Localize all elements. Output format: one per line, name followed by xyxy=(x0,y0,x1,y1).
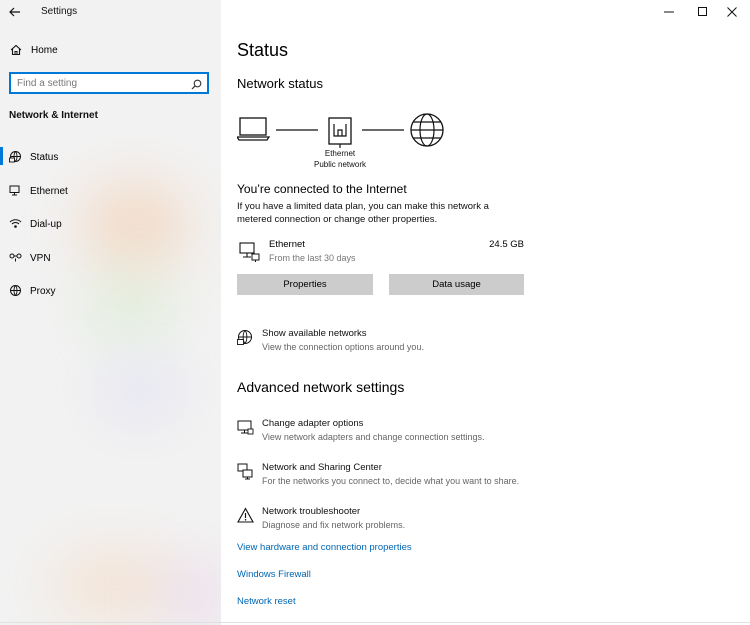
sidebar-item-status[interactable]: Status xyxy=(0,147,221,182)
diagram-network-type: Public network xyxy=(313,160,367,169)
home-icon xyxy=(9,43,23,62)
adapter-options-desc: View network adapters and change connect… xyxy=(262,432,485,442)
network-sharing-center[interactable]: Network and Sharing Center For the netwo… xyxy=(237,462,557,490)
status-icon xyxy=(9,150,22,168)
adapter-options-title: Change adapter options xyxy=(262,418,364,429)
sidebar-nav: Status Ethernet Dial-up VPN Proxy xyxy=(0,147,221,316)
globe-icon xyxy=(410,113,444,147)
proxy-icon xyxy=(9,284,22,302)
search-input[interactable] xyxy=(17,76,187,90)
section-title: Network & Internet xyxy=(9,110,98,121)
show-networks-desc: View the connection options around you. xyxy=(262,342,424,352)
network-status-title: Network status xyxy=(237,76,323,91)
app-title: Settings xyxy=(41,6,78,17)
troubleshooter-title: Network troubleshooter xyxy=(262,506,361,517)
vpn-icon xyxy=(9,251,22,269)
sidebar-item-home[interactable]: Home xyxy=(9,43,209,59)
main-content: Status Network status Ethernet Public ne… xyxy=(237,0,737,625)
sidebar-item-label: Dial-up xyxy=(30,219,62,230)
ethernet-icon xyxy=(9,184,22,202)
sidebar-item-label: Status xyxy=(30,152,59,163)
show-networks-item[interactable]: Show available networks View the connect… xyxy=(237,328,557,356)
back-button[interactable] xyxy=(6,3,24,21)
diagram-connection-name: Ethernet xyxy=(324,149,356,158)
sidebar-item-proxy[interactable]: Proxy xyxy=(0,282,221,316)
connection-status-desc: If you have a limited data plan, you can… xyxy=(237,201,489,225)
sharing-center-desc: For the networks you connect to, decide … xyxy=(262,476,520,486)
sidebar-item-label: VPN xyxy=(30,252,51,264)
dialup-icon xyxy=(9,217,22,235)
connection-name: Ethernet xyxy=(269,239,305,250)
ethernet-connection-icon xyxy=(239,241,261,268)
window-bottom-border xyxy=(0,622,750,623)
search-icon[interactable] xyxy=(191,77,202,95)
hardware-properties-link[interactable]: View hardware and connection properties xyxy=(237,542,412,553)
sidebar-item-dial-up[interactable]: Dial-up xyxy=(0,215,221,249)
sidebar-item-label: Ethernet xyxy=(30,185,68,197)
sidebar-item-label: Proxy xyxy=(30,286,56,297)
warning-icon xyxy=(237,507,254,529)
adapter-icon xyxy=(237,419,254,441)
sidebar-item-vpn[interactable]: VPN xyxy=(0,249,221,283)
sharing-center-title: Network and Sharing Center xyxy=(262,462,382,473)
connection-status-title: You’re connected to the Internet xyxy=(237,182,407,196)
change-adapter-options[interactable]: Change adapter options View network adap… xyxy=(237,418,557,446)
network-reset-link[interactable]: Network reset xyxy=(237,596,296,607)
troubleshooter-desc: Diagnose and fix network problems. xyxy=(262,520,406,530)
title-bar: Settings xyxy=(0,0,221,24)
data-usage-button[interactable]: Data usage xyxy=(389,274,524,295)
laptop-icon xyxy=(237,117,271,141)
home-label: Home xyxy=(31,45,58,56)
network-troubleshooter[interactable]: Network troubleshooter Diagnose and fix … xyxy=(237,506,557,534)
properties-button[interactable]: Properties xyxy=(237,274,373,295)
advanced-settings-title: Advanced network settings xyxy=(237,379,405,395)
network-diagram: Ethernet Public network xyxy=(237,112,457,172)
sharing-center-icon xyxy=(237,463,254,485)
sidebar: Settings Home Network & Internet Status … xyxy=(0,0,221,625)
connection-row: Ethernet From the last 30 days 24.5 GB xyxy=(237,238,524,266)
windows-firewall-link[interactable]: Windows Firewall xyxy=(237,569,311,580)
show-networks-title: Show available networks xyxy=(262,328,367,339)
ethernet-port-icon xyxy=(328,117,352,148)
page-title: Status xyxy=(237,40,289,60)
sidebar-item-ethernet[interactable]: Ethernet xyxy=(0,182,221,216)
search-box[interactable] xyxy=(9,72,209,94)
available-networks-icon xyxy=(237,329,254,351)
connection-usage: 24.5 GB xyxy=(489,239,524,250)
back-arrow-icon xyxy=(9,7,20,17)
connection-period: From the last 30 days xyxy=(269,253,356,263)
